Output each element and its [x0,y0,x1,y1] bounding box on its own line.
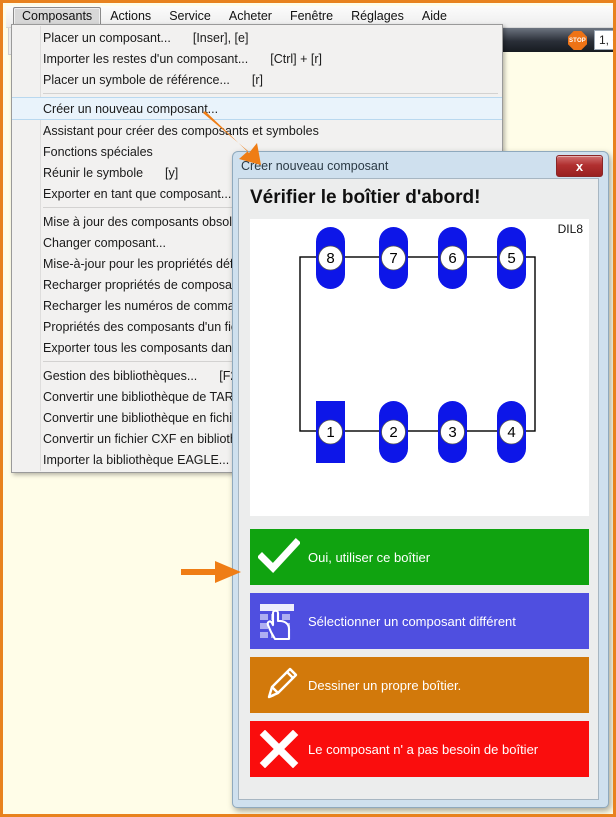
no-package-needed-label: Le composant n' a pas besoin de boîtier [308,741,539,757]
menu-item-shortcut: [r] [251,72,264,87]
layer-combo-value: 1, <sa [599,33,613,47]
dil8-footprint-drawing: 8 7 6 5 1 2 3 4 [299,227,536,463]
package-name-label: DIL8 [557,222,583,236]
dialog-body: Vérifier le boîtier d'abord! DIL8 8 7 6 … [238,178,599,800]
check-icon [250,529,308,585]
pad-3-number: 3 [448,424,456,441]
pad-group-top: 8 7 6 5 [316,227,526,289]
stop-icon[interactable]: STOP [568,31,587,50]
menu-item-creer-nouveau-composant[interactable]: Créer un nouveau composant... [12,97,502,120]
pencil-icon [250,657,308,713]
hand-pointer-grid-icon [250,593,308,649]
menu-item-shortcut: [Ctrl] + [r] [270,51,323,66]
menu-item-label: Propriétés des composants d'un fichier [43,319,258,334]
menubar-item-label: Réglages [351,8,404,23]
use-this-package-button[interactable]: Oui, utiliser ce boîtier [250,529,589,585]
menu-item-label: Gestion des bibliothèques... [43,368,198,383]
page-frame: Composants Actions Service Acheter Fenêt… [0,0,616,817]
draw-own-package-label: Dessiner un propre boîtier. [308,677,462,693]
footprint-preview-panel: DIL8 8 7 6 5 1 2 3 4 [250,219,589,516]
menu-item-assistant-composants-symboles[interactable]: Assistant pour créer des composants et s… [12,120,502,141]
menubar-item-label: Composants [22,8,93,23]
menu-item-label: Exporter en tant que composant... [43,186,232,201]
menu-item-label: Recharger propriétés de composant [43,277,243,292]
stop-icon-label: STOP [568,37,587,44]
pad-2-number: 2 [389,424,397,441]
menubar-item-label: Fenêtre [289,8,334,23]
menu-item-shortcut: [y] [165,165,179,180]
menu-separator [12,90,502,97]
pad-6-number: 6 [448,250,456,267]
menu-item-placer-symbole-reference[interactable]: Placer un symbole de référence... [r] [12,69,502,90]
menubar-item-label: Actions [110,8,152,23]
cross-icon [250,721,308,777]
menu-item-label: Recharger les numéros de commande [43,298,256,313]
layer-combo-input[interactable]: 1, <sa [594,30,613,50]
menu-item-label: Convertir une bibliothèque de TARGET [43,389,260,404]
pad-8-number: 8 [326,250,334,267]
menu-item-importer-restes[interactable]: Importer les restes d'un composant... [C… [12,48,502,69]
menubar-item-label: Aide [421,8,447,23]
close-icon-glyph: x [575,158,584,174]
menubar-item-label: Service [169,8,211,23]
dialog-heading: Vérifier le boîtier d'abord! [250,187,481,208]
menu-item-label: Créer un nouveau composant... [43,101,219,116]
menu-item-shortcut: [Inser], [e] [192,30,249,45]
menu-item-label: Placer un composant... [43,30,171,45]
pad-4-number: 4 [507,424,515,441]
pad-7-number: 7 [389,250,397,267]
dialog-title: Créer nouveau composant [241,159,389,173]
draw-own-package-button[interactable]: Dessiner un propre boîtier. [250,657,589,713]
pad-1-number: 1 [326,424,334,441]
select-different-component-label: Sélectionner un composant différent [308,613,516,629]
use-this-package-label: Oui, utiliser ce boîtier [308,549,431,565]
menu-item-label: Fonctions spéciales [43,144,153,159]
no-package-needed-button[interactable]: Le composant n' a pas besoin de boîtier [250,721,589,777]
pad-group-bottom: 1 2 3 4 [316,401,526,463]
pad-5-number: 5 [507,250,515,267]
menu-item-label: Changer composant... [43,235,166,250]
menu-item-placer-composant[interactable]: Placer un composant... [Inser], [e] [12,27,502,48]
creer-nouveau-composant-dialog: Créer nouveau composant x Vérifier le bo… [232,151,609,808]
menubar-item-label: Acheter [228,8,272,23]
menu-item-label: Importer les restes d'un composant... [43,51,249,66]
menu-item-label: Réunir le symbole [43,165,144,180]
menu-item-label: Placer un symbole de référence... [43,72,230,87]
menu-item-label: Assistant pour créer des composants et s… [43,123,319,138]
select-different-component-button[interactable]: Sélectionner un composant différent [250,593,589,649]
close-icon[interactable]: x [556,155,603,177]
dialog-titlebar: Créer nouveau composant x [236,155,605,179]
menu-item-label: Mise-à-jour pour les propriétés définies [43,256,260,271]
menu-item-label: Importer la bibliothèque EAGLE... [43,452,230,467]
